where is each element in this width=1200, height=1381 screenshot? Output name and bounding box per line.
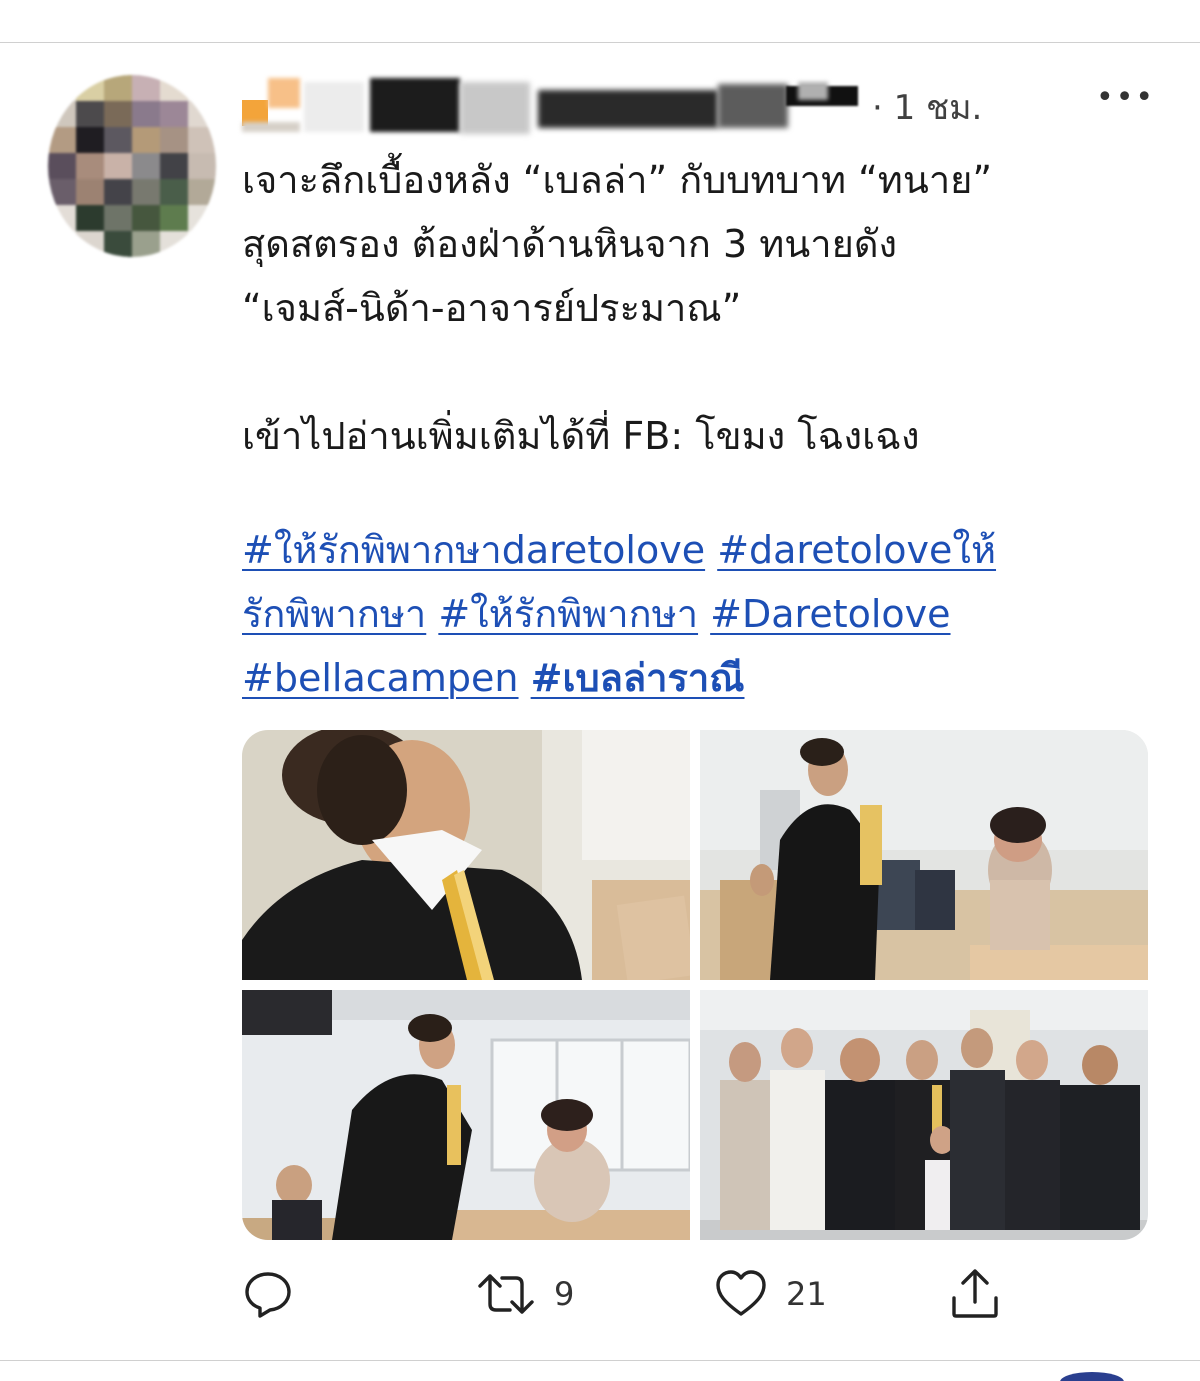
photo-lawyer-closeup[interactable]	[242, 730, 690, 980]
reply-button[interactable]	[242, 1262, 312, 1326]
hashtag-link[interactable]: #Daretolove	[710, 592, 950, 636]
like-button[interactable]: 21	[714, 1262, 827, 1326]
hashtag-link[interactable]: รักพิพากษา	[242, 592, 426, 636]
share-icon	[952, 1269, 998, 1318]
hashtag-link[interactable]: #bellacampen	[242, 656, 519, 700]
avatar[interactable]	[48, 75, 216, 257]
photo-courtroom-standing[interactable]	[700, 730, 1148, 980]
hashtag-link[interactable]: #daretoloveให้	[717, 528, 996, 572]
tweet-text-line: สุดสตรอง ต้องฝ่าด้านหินจาก 3 ทนายดัง	[242, 222, 898, 266]
photo-group-cast[interactable]	[700, 990, 1148, 1240]
more-options-icon[interactable]: •••	[1096, 80, 1155, 115]
redacted-username[interactable]	[238, 72, 868, 134]
hashtag-link[interactable]: #ให้รักพิพากษาdaretolove	[242, 528, 705, 572]
retweet-icon	[478, 1274, 534, 1314]
reply-icon	[245, 1272, 291, 1318]
tweet-text-line: “เจมส์-นิด้า-อาจารย์ประมาณ”	[242, 286, 742, 330]
tweet-timestamp[interactable]: · 1 ชม.	[872, 80, 982, 134]
hashtag-link[interactable]: #ให้รักพิพากษา	[438, 592, 698, 636]
bottom-divider	[0, 1360, 1200, 1361]
photo-courtroom-leaning[interactable]	[242, 990, 690, 1240]
tweet-actions: 9 21	[242, 1262, 1042, 1326]
share-button[interactable]	[948, 1262, 1002, 1326]
media-grid	[242, 730, 1148, 1240]
top-divider	[0, 42, 1200, 43]
compose-button[interactable]	[1060, 1372, 1124, 1381]
hashtag-link[interactable]: #เบลล่าราณี	[531, 656, 745, 700]
hashtag-list: #ให้รักพิพากษาdaretolove #daretoloveให้ …	[242, 518, 1142, 710]
tweet-text: เจาะลึกเบื้องหลัง “เบลล่า” กับบทบาท “ทนา…	[242, 148, 1142, 468]
tweet-text-line: เจาะลึกเบื้องหลัง “เบลล่า” กับบทบาท “ทนา…	[242, 158, 993, 202]
like-count: 21	[786, 1275, 827, 1313]
retweet-button[interactable]: 9	[476, 1262, 574, 1326]
tweet-read-more-line: เข้าไปอ่านเพิ่มเติมได้ที่ FB: โขมง โฉงเฉ…	[242, 414, 920, 458]
heart-icon	[716, 1270, 766, 1316]
retweet-count: 9	[554, 1275, 575, 1313]
